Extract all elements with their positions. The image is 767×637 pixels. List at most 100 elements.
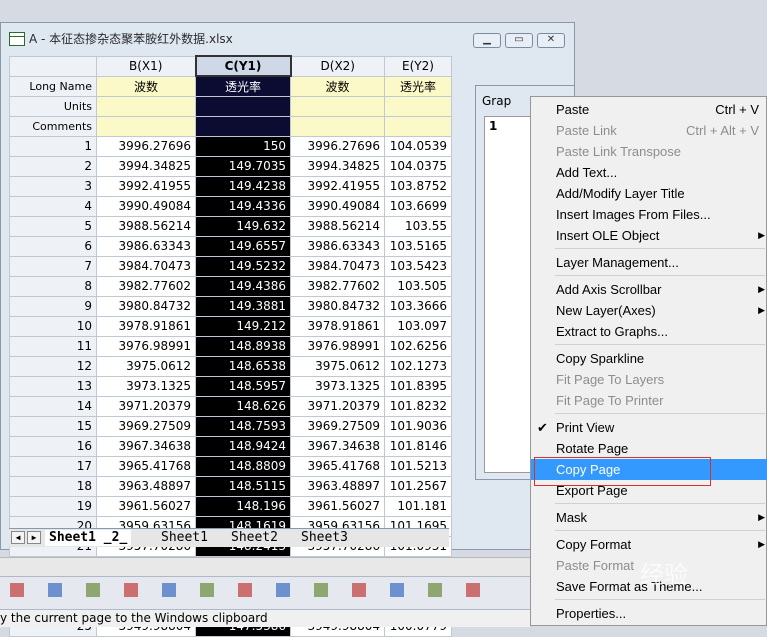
column-header[interactable]: D(X2) (290, 55, 385, 77)
row-number[interactable]: 17 (9, 455, 97, 477)
long-name-cell[interactable]: 透光率 (384, 75, 452, 97)
table-row[interactable]: 18 3963.48897 148.5115 3963.48897 101.2567 (9, 475, 452, 497)
data-cell[interactable]: 3988.56214 (96, 215, 196, 237)
layer-icon[interactable] (352, 583, 366, 597)
menu-item-extract-to-graphs[interactable]: Extract to Graphs... (531, 321, 767, 342)
data-cell[interactable]: 149.6557 (195, 235, 291, 257)
table-row[interactable]: 14 3971.20379 148.626 3971.20379 101.8232 (9, 395, 452, 417)
menu-item-print-view[interactable]: ✔ Print View (531, 417, 767, 438)
data-cell[interactable]: 102.1273 (384, 355, 452, 377)
data-cell[interactable]: 101.5213 (384, 455, 452, 477)
data-cell[interactable]: 3994.34825 (290, 155, 385, 177)
menu-item-layer-management[interactable]: Layer Management... (531, 252, 767, 273)
menu-item-add-modify-layer-title[interactable]: Add/Modify Layer Title (531, 183, 767, 204)
minimize-button[interactable]: ▁ (473, 33, 501, 48)
data-cell[interactable]: 3975.0612 (290, 355, 385, 377)
data-cell[interactable]: 103.3666 (384, 295, 452, 317)
data-cell[interactable]: 3971.20379 (96, 395, 196, 417)
long-name-cell[interactable]: 波数 (290, 75, 385, 97)
data-cell[interactable]: 149.4386 (195, 275, 291, 297)
row-number[interactable]: 10 (9, 315, 97, 337)
worksheet-grid[interactable]: B(X1) C(Y1) D(X2) E(Y2) Long Name 波数 透光率… (9, 55, 452, 637)
data-cell[interactable]: 148.5957 (195, 375, 291, 397)
units-cell[interactable] (290, 95, 385, 117)
data-cell[interactable]: 3976.98991 (290, 335, 385, 357)
row-number[interactable]: 15 (9, 415, 97, 437)
data-cell[interactable]: 103.5165 (384, 235, 452, 257)
data-cell[interactable]: 3969.27509 (290, 415, 385, 437)
menu-item-add-axis-scrollbar[interactable]: Add Axis Scrollbar ▶ (531, 279, 767, 300)
window-icon[interactable] (466, 583, 480, 597)
table-row[interactable]: 10 3978.91861 149.212 3978.91861 103.097 (9, 315, 452, 337)
row-number[interactable]: 19 (9, 495, 97, 517)
menu-item-add-text[interactable]: Add Text... (531, 162, 767, 183)
data-cell[interactable]: 101.9036 (384, 415, 452, 437)
table-row[interactable]: 4 3990.49084 149.4336 3990.49084 103.6699 (9, 195, 452, 217)
data-cell[interactable]: 3988.56214 (290, 215, 385, 237)
menu-item-fit-page-to-printer[interactable]: Fit Page To Printer (531, 390, 767, 411)
menu-item-copy-sparkline[interactable]: Copy Sparkline (531, 348, 767, 369)
menu-item-paste-link[interactable]: Paste Link Ctrl + Alt + V (531, 120, 767, 141)
bar-icon[interactable] (86, 583, 100, 597)
row-number[interactable]: 9 (9, 295, 97, 317)
data-cell[interactable]: 3980.84732 (290, 295, 385, 317)
menu-item-insert-ole-object[interactable]: Insert OLE Object ▶ (531, 225, 767, 246)
data-cell[interactable]: 149.4336 (195, 195, 291, 217)
table-row[interactable]: 5 3988.56214 149.632 3988.56214 103.55 (9, 215, 452, 237)
data-cell[interactable]: 3996.27696 (290, 135, 385, 157)
data-cell[interactable]: 149.212 (195, 315, 291, 337)
data-cell[interactable]: 3961.56027 (290, 495, 385, 517)
data-cell[interactable]: 3984.70473 (96, 255, 196, 277)
row-number[interactable]: 3 (9, 175, 97, 197)
corner-cell[interactable] (9, 55, 97, 77)
data-cell[interactable]: 148.6538 (195, 355, 291, 377)
row-number[interactable]: 12 (9, 355, 97, 377)
table-row[interactable]: 6 3986.63343 149.6557 3986.63343 103.5165 (9, 235, 452, 257)
data-cell[interactable]: 103.5423 (384, 255, 452, 277)
data-cell[interactable]: 3994.34825 (96, 155, 196, 177)
area-icon[interactable] (200, 583, 214, 597)
data-cell[interactable]: 3967.34638 (290, 435, 385, 457)
data-cell[interactable]: 102.6256 (384, 335, 452, 357)
sheet-prev-button[interactable]: ◀ (11, 531, 25, 544)
data-cell[interactable]: 3963.48897 (290, 475, 385, 497)
table-row[interactable]: 8 3982.77602 149.4386 3982.77602 103.505 (9, 275, 452, 297)
data-cell[interactable]: 103.6699 (384, 195, 452, 217)
data-cell[interactable]: 148.9424 (195, 435, 291, 457)
row-number[interactable]: 8 (9, 275, 97, 297)
data-cell[interactable]: 103.097 (384, 315, 452, 337)
row-number[interactable]: 16 (9, 435, 97, 457)
data-cell[interactable]: 3992.41955 (290, 175, 385, 197)
data-cell[interactable]: 3976.98991 (96, 335, 196, 357)
data-cell[interactable]: 148.626 (195, 395, 291, 417)
sheet-next-button[interactable]: ▶ (27, 531, 41, 544)
data-cell[interactable]: 101.8395 (384, 375, 452, 397)
data-cell[interactable]: 3986.63343 (290, 235, 385, 257)
data-cell[interactable]: 149.7035 (195, 155, 291, 177)
table-row[interactable]: 11 3976.98991 148.8938 3976.98991 102.6256 (9, 335, 452, 357)
row-number[interactable]: 14 (9, 395, 97, 417)
scatter-icon[interactable] (10, 583, 24, 597)
box-icon[interactable] (276, 583, 290, 597)
data-cell[interactable]: 101.8146 (384, 435, 452, 457)
data-cell[interactable]: 3973.1325 (96, 375, 196, 397)
column-header[interactable]: E(Y2) (384, 55, 452, 77)
data-cell[interactable]: 148.196 (195, 495, 291, 517)
long-name-cell[interactable]: 透光率 (195, 75, 291, 97)
close-button[interactable]: ✕ (537, 33, 565, 48)
data-cell[interactable]: 149.5232 (195, 255, 291, 277)
units-cell[interactable] (96, 95, 196, 117)
data-cell[interactable]: 3980.84732 (96, 295, 196, 317)
table-row[interactable]: 16 3967.34638 148.9424 3967.34638 101.8146 (9, 435, 452, 457)
comments-cell[interactable] (290, 115, 385, 137)
comments-cell[interactable] (195, 115, 291, 137)
row-number[interactable]: 6 (9, 235, 97, 257)
sheet-tab[interactable]: Sheet1 (157, 530, 212, 546)
row-number[interactable]: 18 (9, 475, 97, 497)
menu-item-fit-page-to-layers[interactable]: Fit Page To Layers (531, 369, 767, 390)
data-cell[interactable]: 3992.41955 (96, 175, 196, 197)
data-cell[interactable]: 103.505 (384, 275, 452, 297)
table-row[interactable]: 15 3969.27509 148.7593 3969.27509 101.9036 (9, 415, 452, 437)
3d-icon[interactable] (162, 583, 176, 597)
data-cell[interactable]: 3963.48897 (96, 475, 196, 497)
